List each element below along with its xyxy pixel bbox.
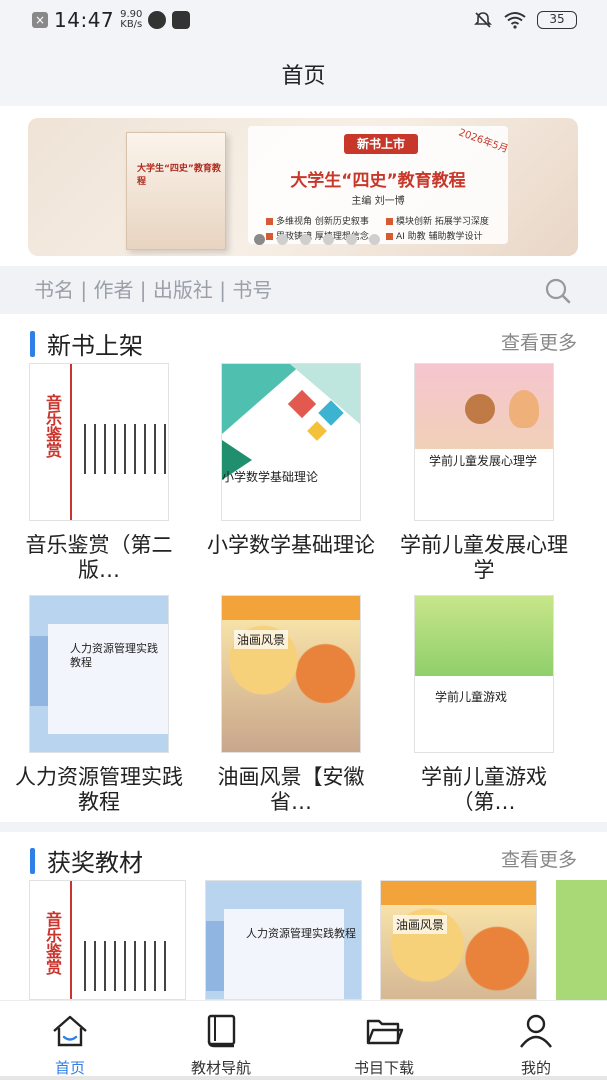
cover-title: 油画风景 [393, 915, 448, 934]
net-speed: 9.90 KB/s [120, 10, 142, 30]
page-header: 首页 [0, 40, 607, 106]
award-books-header: 获奖教材 [30, 843, 143, 878]
banner-dot[interactable] [369, 234, 380, 245]
cover-stripe [70, 364, 72, 520]
book-cover[interactable]: 音乐鉴赏 [29, 880, 186, 1000]
cover-title: 音乐鉴赏 [43, 394, 62, 458]
bottom-navigation: 首页 教材导航 书目下载 我的 [0, 1000, 607, 1080]
banner-book-title: 大学生“四史”教育教程 [137, 164, 221, 187]
app-notification-icon [148, 11, 167, 29]
cover-illustration [415, 596, 553, 676]
nav-label: 教材导航 [190, 1059, 251, 1077]
home-icon [53, 1015, 87, 1047]
cover-panel [224, 909, 344, 999]
banner-editor: 主编 刘一博 [351, 196, 405, 207]
nav-label: 书目下载 [353, 1059, 414, 1077]
notification-close-icon: × [32, 12, 48, 28]
cover-title: 学前儿童游戏 [435, 690, 508, 704]
cover-stripe [70, 881, 72, 999]
search-bar [0, 266, 607, 314]
banner-feature: AI 助教 辅助教学设计 [386, 229, 483, 242]
book-cover[interactable]: 学前儿童游戏 [414, 595, 554, 753]
new-books-title: 新书上架 [47, 332, 143, 360]
book-cover[interactable]: 油画风景 [380, 880, 537, 1000]
nav-profile[interactable]: 我的 [476, 1011, 596, 1078]
nav-textbook-guide[interactable]: 教材导航 [161, 1011, 281, 1078]
banner-book-cover: 大学生“四史”教育教程 [126, 132, 226, 250]
banner-tag: 新书上市 [344, 134, 418, 154]
banner-date-tag: 2026年5月 [457, 127, 510, 156]
piano-keys-art [76, 424, 168, 474]
book-cover[interactable]: 油画风景 [221, 595, 361, 753]
banner-dot[interactable] [323, 234, 334, 245]
banner-feature: 多维视角 创新历史叙事 [266, 214, 369, 227]
nav-label: 我的 [520, 1059, 551, 1077]
media-notification-icon [172, 11, 191, 29]
banner-dot[interactable] [346, 234, 357, 245]
award-books-title: 获奖教材 [47, 849, 143, 877]
mute-icon [474, 12, 492, 28]
book-icon [207, 1014, 236, 1048]
page-title: 首页 [281, 64, 326, 89]
nav-home[interactable]: 首页 [10, 1011, 130, 1078]
new-books-more-link[interactable]: 查看更多 [501, 328, 577, 355]
child-art [509, 390, 539, 428]
teddy-bear-art [465, 394, 495, 424]
banner-dot[interactable] [300, 234, 311, 245]
book-cover[interactable]: 音乐鉴赏 [29, 363, 169, 521]
book-name[interactable]: 油画风景【安徽省… [201, 765, 381, 815]
book-cover[interactable]: 小学数学基础理论 [221, 363, 361, 521]
cover-title: 学前儿童发展心理学 [429, 454, 538, 468]
net-speed-unit: KB/s [120, 19, 143, 30]
book-name[interactable]: 学前儿童游戏（第… [394, 765, 574, 815]
nav-catalog-download[interactable]: 书目下载 [324, 1011, 444, 1078]
book-cover[interactable]: 学前儿童发展心理学 [414, 363, 554, 521]
wifi-icon [504, 12, 526, 29]
cover-title: 人力资源管理实践教程 [70, 642, 158, 669]
cover-title: 油画风景 [234, 630, 289, 649]
book-name[interactable]: 音乐鉴赏（第二版… [9, 533, 189, 583]
status-bar: × 14:47 9.90 KB/s 35 [0, 0, 607, 40]
section-accent-bar [30, 330, 35, 357]
status-time: 14:47 [54, 8, 115, 32]
battery-indicator: 35 [537, 11, 577, 29]
piano-keys-art [76, 941, 170, 991]
book-name[interactable]: 人力资源管理实践教程 [9, 765, 189, 815]
user-icon [520, 1014, 552, 1048]
banner-dot[interactable] [277, 234, 288, 245]
banner-headline: 大学生“四史”教育教程 [290, 171, 466, 191]
home-indicator [0, 1076, 607, 1080]
book-cover[interactable]: 人力资源管理实践教程 [205, 880, 362, 1000]
folder-icon [366, 1019, 404, 1045]
nav-label: 首页 [54, 1059, 85, 1077]
promo-banner[interactable]: 大学生“四史”教育教程 新书上市 2026年5月 大学生“四史”教育教程 主编 … [28, 118, 578, 256]
cover-title: 人力资源管理实践教程 [246, 927, 356, 940]
cover-panel [48, 624, 168, 734]
search-icon[interactable] [545, 278, 571, 304]
cover-title: 音乐鉴赏 [43, 911, 62, 975]
new-books-header: 新书上架 [30, 326, 143, 361]
section-accent-bar [30, 847, 35, 874]
cover-shape [307, 421, 327, 441]
banner-pagination [254, 234, 380, 245]
banner-feature: 模块创新 拓展学习深度 [386, 214, 489, 227]
award-books-more-link[interactable]: 查看更多 [501, 845, 577, 872]
book-cover[interactable]: 人力资源管理实践教程 [29, 595, 169, 753]
banner-info-panel: 新书上市 2026年5月 大学生“四史”教育教程 主编 刘一博 多维视角 创新历… [248, 126, 510, 244]
search-input[interactable] [34, 274, 534, 306]
cover-title: 小学数学基础理论 [222, 470, 319, 484]
banner-dot[interactable] [254, 234, 265, 245]
book-cover-partial[interactable] [556, 880, 607, 1000]
book-name[interactable]: 学前儿童发展心理学 [394, 533, 574, 583]
section-divider [0, 822, 607, 832]
book-name[interactable]: 小学数学基础理论 [201, 533, 381, 558]
